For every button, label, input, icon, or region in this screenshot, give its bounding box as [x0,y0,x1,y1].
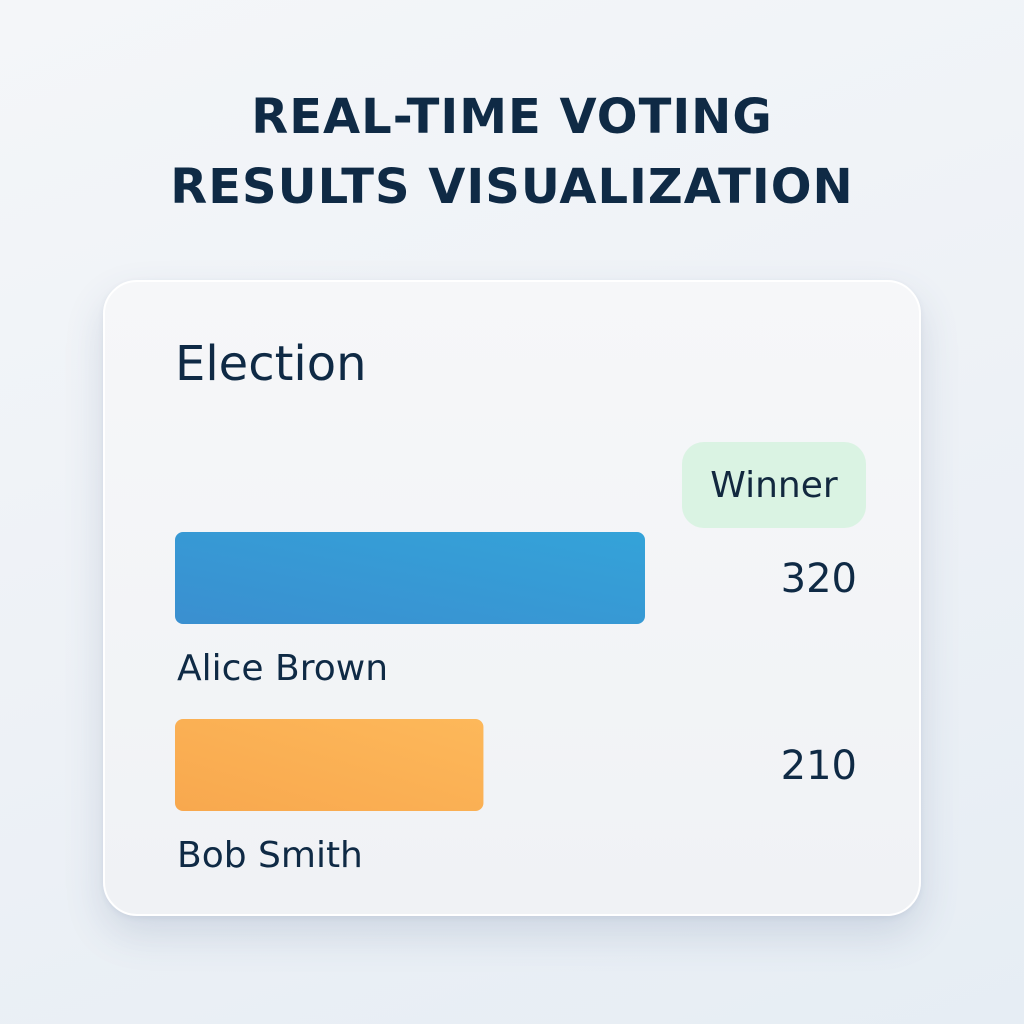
bar-alice-brown [175,532,645,624]
bar-value: 210 [781,743,857,789]
page-title-line-1: REAL-TIME VOTING [251,89,773,145]
bar-chart: 320 Alice Brown 210 Bob Smith [175,532,857,876]
page-title: REAL-TIME VOTING RESULTS VISUALIZATION [0,82,1024,222]
bar-bob-smith [175,719,484,811]
bar-label: Alice Brown [177,648,388,689]
bar-value: 320 [781,556,857,602]
page-title-line-2: RESULTS VISUALIZATION [170,159,854,215]
election-results-card: Election Winner 320 Alice Brown 210 Bob Smi… [103,280,921,916]
bar-label: Bob Smith [177,835,363,876]
